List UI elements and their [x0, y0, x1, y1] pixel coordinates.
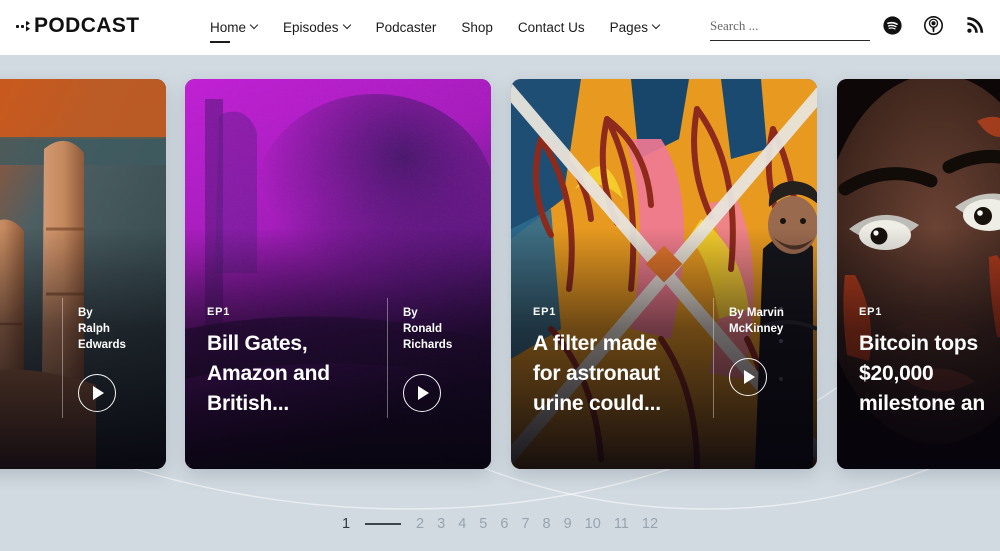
podcast-wave-icon	[16, 21, 30, 32]
episode-author: By Ronald Richards	[403, 306, 481, 354]
search-container	[710, 17, 870, 41]
episode-title-line: Amazon and	[207, 359, 375, 389]
episode-card-side: By Ronald Richards	[387, 294, 491, 412]
page-8[interactable]: 8	[543, 516, 551, 532]
episode-title-line: o...	[0, 366, 50, 396]
social-links	[883, 16, 984, 35]
episode-card-body: EP1 Bill Gates, Amazon and British... By…	[185, 294, 491, 469]
episode-number: EP1	[207, 306, 375, 318]
episode-title-line: $20,000	[859, 359, 1000, 389]
play-triangle-icon	[418, 386, 429, 400]
vertical-divider	[62, 298, 63, 418]
rss-icon[interactable]	[965, 16, 984, 35]
episode-card-main: EP1 Bill Gates, Amazon and British...	[185, 294, 387, 418]
episode-card[interactable]: EP1 A filter made for astronaut urine co…	[511, 79, 817, 469]
page-1[interactable]: 1	[342, 516, 350, 532]
author-line: McKinney	[729, 322, 807, 338]
episode-card-body: nt s o... By Ralph Edwards	[0, 294, 166, 469]
episode-card-main: EP1 Bitcoin tops $20,000 milestone an	[837, 294, 1000, 418]
nav-item-podcaster[interactable]: Podcaster	[376, 0, 437, 55]
nav-item-pages[interactable]: Pages	[610, 0, 660, 55]
chevron-down-icon	[344, 22, 351, 29]
vertical-divider	[713, 298, 714, 418]
author-line: Edwards	[78, 338, 156, 354]
play-triangle-icon	[744, 370, 755, 384]
episode-title-line: A filter made	[533, 329, 701, 359]
episode-card[interactable]: EP1 Bitcoin tops $20,000 milestone an	[837, 79, 1000, 469]
page-4[interactable]: 4	[458, 516, 466, 532]
by-label: By	[403, 306, 481, 322]
site-header: PODCAST Home Episodes Podcaster Shop Con…	[0, 0, 1000, 55]
nav-active-indicator	[210, 41, 230, 43]
page-5[interactable]: 5	[479, 516, 487, 532]
author-line: Ronald	[403, 322, 481, 338]
chevron-down-icon	[653, 22, 660, 29]
vertical-divider	[387, 298, 388, 418]
main-navigation: Home Episodes Podcaster Shop Contact Us …	[210, 0, 660, 55]
nav-label-home: Home	[210, 0, 246, 55]
author-line: Ralph	[78, 322, 156, 338]
episode-title-line: s	[0, 336, 50, 366]
episode-card-side: By Ralph Edwards	[62, 294, 166, 412]
author-line: Richards	[403, 338, 481, 354]
nav-label-podcaster: Podcaster	[376, 0, 437, 55]
nav-label-episodes: Episodes	[283, 0, 339, 55]
episode-title: Bitcoin tops $20,000 milestone an	[859, 329, 1000, 418]
play-button[interactable]	[729, 358, 767, 396]
nav-label-shop: Shop	[461, 0, 493, 55]
chevron-down-icon	[251, 22, 258, 29]
search-input[interactable]	[710, 18, 870, 41]
page-12[interactable]: 12	[642, 516, 658, 532]
episodes-carousel: nt s o... By Ralph Edwards	[0, 55, 1000, 551]
pagination: 1 2 3 4 5 6 7 8 9 10 11 12	[0, 516, 1000, 532]
page-7[interactable]: 7	[521, 516, 529, 532]
page-9[interactable]: 9	[564, 516, 572, 532]
episode-title-line: Bitcoin tops	[859, 329, 1000, 359]
page-11[interactable]: 11	[614, 516, 629, 532]
nav-label-contact-us: Contact Us	[518, 0, 585, 55]
episode-title: A filter made for astronaut urine could.…	[533, 329, 701, 418]
episode-card-side: By Marvin McKinney	[713, 294, 817, 396]
episode-author: By Marvin McKinney	[729, 306, 807, 338]
episode-title-line: Bill Gates,	[207, 329, 375, 359]
episode-title-line: British...	[207, 389, 375, 419]
pagination-active-line	[365, 523, 401, 525]
nav-item-shop[interactable]: Shop	[461, 0, 493, 55]
play-button[interactable]	[78, 374, 116, 412]
episode-author: By Ralph Edwards	[78, 306, 156, 354]
play-button[interactable]	[403, 374, 441, 412]
episode-card[interactable]: EP1 Bill Gates, Amazon and British... By…	[185, 79, 491, 469]
episode-number: EP1	[533, 306, 701, 318]
episode-card-body: EP1 Bitcoin tops $20,000 milestone an	[837, 294, 1000, 469]
episode-title-line: urine could...	[533, 389, 701, 419]
by-label: By	[78, 306, 156, 322]
episode-card-main: nt s o...	[0, 294, 62, 395]
apple-podcasts-icon[interactable]	[924, 16, 943, 35]
page-10[interactable]: 10	[585, 516, 601, 532]
brand-logo[interactable]: PODCAST	[16, 14, 139, 38]
page-2[interactable]: 2	[416, 516, 424, 532]
nav-label-pages: Pages	[610, 0, 648, 55]
episode-title-line: nt	[0, 306, 50, 336]
episode-title-line: milestone an	[859, 389, 1000, 419]
nav-item-contact-us[interactable]: Contact Us	[518, 0, 585, 55]
episode-title-line: for astronaut	[533, 359, 701, 389]
spotify-icon[interactable]	[883, 16, 902, 35]
episode-card[interactable]: nt s o... By Ralph Edwards	[0, 79, 166, 469]
play-triangle-icon	[93, 386, 104, 400]
episode-card-main: EP1 A filter made for astronaut urine co…	[511, 294, 713, 418]
brand-name: PODCAST	[34, 14, 139, 38]
episode-title: Bill Gates, Amazon and British...	[207, 329, 375, 418]
episode-number: EP1	[859, 306, 1000, 318]
page-3[interactable]: 3	[437, 516, 445, 532]
nav-item-home[interactable]: Home	[210, 0, 258, 55]
nav-item-episodes[interactable]: Episodes	[283, 0, 351, 55]
page-6[interactable]: 6	[500, 516, 508, 532]
by-label: By Marvin	[729, 306, 807, 322]
episode-card-body: EP1 A filter made for astronaut urine co…	[511, 294, 817, 469]
episode-title: nt s o...	[0, 306, 50, 395]
